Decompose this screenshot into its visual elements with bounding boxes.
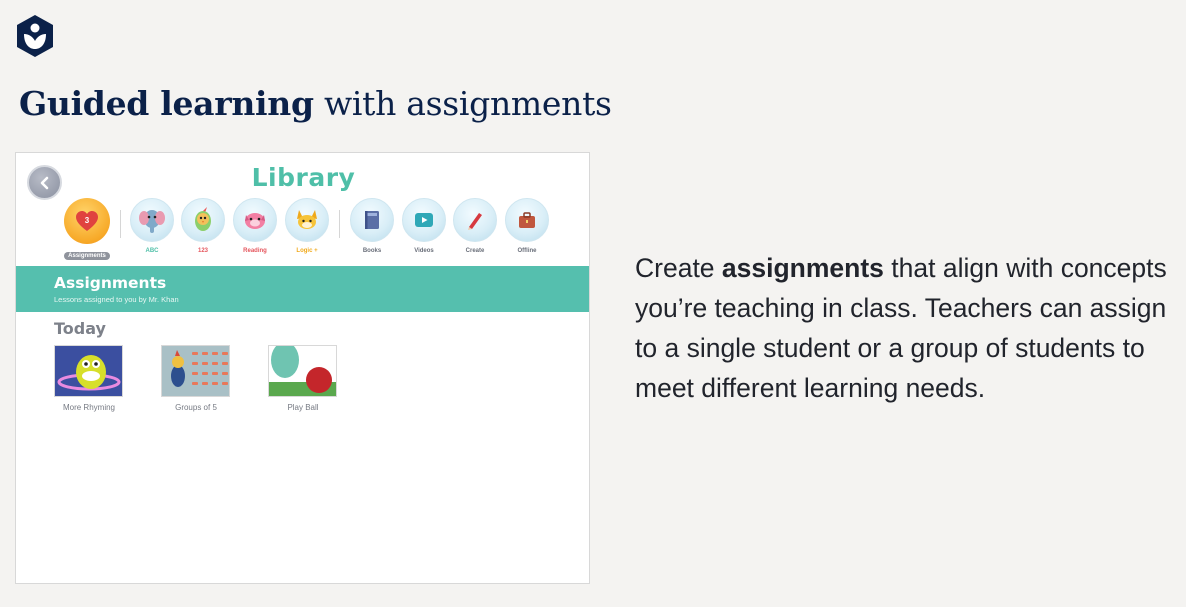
category-bubble [130, 198, 174, 242]
description-part1: Create [635, 253, 722, 283]
heading-rest: with assignments [313, 84, 612, 123]
category-label: Reading [243, 248, 267, 254]
app-screenshot: Library 3 Assignments ABC 123 Reading Lo… [15, 152, 590, 584]
library-title: Library [251, 163, 356, 192]
category-label: Create [465, 248, 485, 254]
category-123[interactable]: 123 [180, 198, 226, 254]
category-reading[interactable]: Reading [232, 198, 278, 254]
category-assignments[interactable]: 3 Assignments [63, 198, 111, 262]
category-label: Books [362, 248, 382, 254]
category-label: Offline [517, 248, 537, 254]
lesson-card[interactable]: More Rhyming [54, 345, 124, 412]
lesson-caption: Play Ball [287, 403, 319, 412]
book-icon [365, 211, 379, 229]
category-create[interactable]: Create [452, 198, 498, 254]
divider [339, 210, 340, 238]
fox-icon [297, 210, 317, 229]
category-videos[interactable]: Videos [401, 198, 447, 254]
category-label: 123 [197, 248, 208, 254]
category-abc[interactable]: ABC [129, 198, 175, 254]
lesson-caption: More Rhyming [62, 403, 115, 412]
heading-bold: Guided learning [19, 84, 314, 123]
assignments-bubble: 3 [64, 198, 110, 244]
assignments-count: 3 [85, 216, 90, 225]
khan-academy-logo-icon[interactable] [16, 14, 54, 58]
lesson-caption: Groups of 5 [175, 403, 217, 412]
suitcase-icon [519, 212, 535, 228]
divider [120, 210, 121, 238]
assignments-pill: Assignments [64, 252, 110, 260]
category-bubble [285, 198, 329, 242]
category-bubble [453, 198, 497, 242]
category-bubble [505, 198, 549, 242]
lesson-thumbnail [161, 345, 230, 397]
category-books[interactable]: Books [349, 198, 395, 254]
lesson-card[interactable]: Groups of 5 [161, 345, 231, 412]
category-label: ABC [145, 248, 159, 254]
category-bubble [181, 198, 225, 242]
dog-icon [245, 213, 265, 229]
lesson-thumbnail [268, 345, 337, 397]
banner-title: Assignments [54, 274, 167, 292]
category-label: Videos [414, 248, 434, 254]
crayon-icon [468, 213, 482, 230]
section-title: Today [54, 319, 106, 338]
play-icon [415, 213, 433, 227]
description-bold: assignments [721, 253, 884, 283]
category-logic[interactable]: Logic + [284, 198, 330, 254]
category-label: Logic + [296, 248, 318, 254]
banner-subtitle: Lessons assigned to you by Mr. Khan [54, 295, 179, 304]
description-text: Create assignments that align with conce… [635, 248, 1175, 408]
elephant-icon [139, 210, 165, 233]
assignments-banner: Assignments Lessons assigned to you by M… [16, 266, 589, 312]
category-offline[interactable]: Offline [504, 198, 550, 254]
lesson-thumbnail [54, 345, 123, 397]
category-bar: 3 Assignments ABC 123 Reading Logic + Bo… [16, 198, 589, 262]
lesson-card[interactable]: Play Ball [268, 345, 338, 412]
category-bubble [233, 198, 277, 242]
bird-icon [195, 207, 211, 231]
category-bubble [350, 198, 394, 242]
heart-icon: 3 [76, 211, 98, 231]
page-heading: Guided learning with assignments [19, 84, 612, 123]
category-bubble [402, 198, 446, 242]
